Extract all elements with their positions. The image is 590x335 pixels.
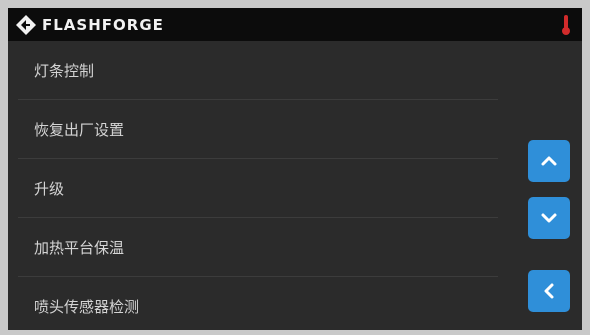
settings-menu: 灯条控制 恢复出厂设置 升级 加热平台保温 喷头传感器检测 (8, 41, 508, 330)
menu-item-bed-keep-warm[interactable]: 加热平台保温 (8, 218, 508, 277)
menu-item-light-strip[interactable]: 灯条控制 (8, 41, 508, 100)
chevron-down-icon (541, 213, 557, 223)
chevron-up-icon (541, 156, 557, 166)
scroll-down-button[interactable] (528, 197, 570, 239)
menu-item-label: 加热平台保温 (34, 239, 125, 257)
flashforge-logo-icon (16, 15, 36, 35)
thermometer-icon (562, 15, 570, 35)
menu-item-factory-reset[interactable]: 恢复出厂设置 (8, 100, 508, 159)
menu-item-label: 灯条控制 (34, 62, 95, 80)
menu-item-upgrade[interactable]: 升级 (8, 159, 508, 218)
menu-item-label: 恢复出厂设置 (34, 121, 125, 139)
menu-item-label: 喷头传感器检测 (34, 298, 140, 316)
menu-item-label: 升级 (34, 180, 65, 198)
menu-item-nozzle-sensor-check[interactable]: 喷头传感器检测 (8, 277, 508, 330)
scroll-up-button[interactable] (528, 140, 570, 182)
device-screen: FLASHFORGE 灯条控制 恢复出厂设置 升级 加热平台保温 喷头传感器检测 (8, 8, 582, 330)
brand-name: FLASHFORGE (42, 16, 164, 34)
chevron-left-icon (544, 283, 554, 299)
top-bar: FLASHFORGE (8, 8, 582, 41)
back-button[interactable] (528, 270, 570, 312)
